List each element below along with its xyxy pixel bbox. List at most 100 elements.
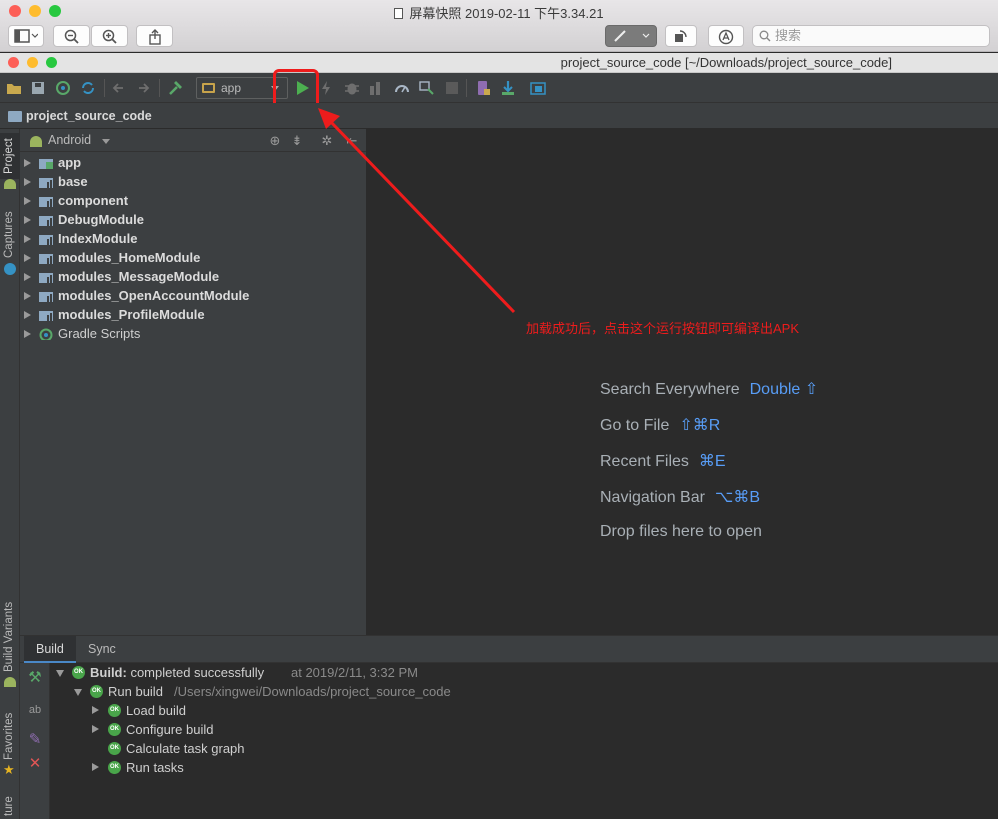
expand-arrow-icon[interactable] xyxy=(24,197,31,205)
view-mode-select[interactable]: Android xyxy=(48,129,91,152)
build-hammer-icon[interactable] xyxy=(167,80,183,96)
tree-item-app[interactable]: app xyxy=(20,153,367,172)
breadcrumb[interactable]: project_source_code xyxy=(8,108,162,125)
expand-arrow-icon[interactable] xyxy=(24,235,31,243)
collapse-arrow-icon[interactable] xyxy=(74,689,82,696)
editor-area[interactable]: Search Everywhere Double ⇧ Go to File ⇧⌘R … xyxy=(368,129,998,635)
tab-build[interactable]: Build xyxy=(24,636,76,663)
expand-arrow-icon[interactable] xyxy=(24,216,31,224)
tab-favorites-label: Favorites xyxy=(3,712,15,760)
tree-item-messagemodule[interactable]: modules_MessageModule xyxy=(20,267,367,286)
apply-changes-icon[interactable] xyxy=(318,80,334,96)
expand-arrow-icon[interactable] xyxy=(24,330,31,338)
collapse-all-icon[interactable]: ⇟ xyxy=(290,134,304,148)
ide-close-button[interactable] xyxy=(8,57,19,68)
folder-icon xyxy=(8,111,22,122)
captures-icon xyxy=(4,263,16,275)
expand-arrow-icon[interactable] xyxy=(24,178,31,186)
hide-panel-icon[interactable]: ⇤ xyxy=(345,134,359,148)
tab-project-label: Project xyxy=(3,138,15,174)
expand-arrow-icon[interactable] xyxy=(24,159,31,167)
project-structure-icon[interactable] xyxy=(530,80,546,96)
step-label: Calculate task graph xyxy=(126,741,245,756)
back-icon[interactable] xyxy=(111,80,127,96)
success-icon: OK xyxy=(90,685,103,698)
module-icon xyxy=(39,216,53,226)
zoom-in-button[interactable] xyxy=(91,25,128,47)
debug-icon[interactable] xyxy=(344,80,360,96)
android-view-icon xyxy=(30,136,42,147)
build-root-row[interactable]: OK Build: completed successfully at 2019… xyxy=(50,663,998,682)
document-icon xyxy=(394,8,404,19)
success-icon: OK xyxy=(108,723,121,736)
tab-project[interactable]: Project xyxy=(0,133,20,179)
expand-arrow-icon[interactable] xyxy=(24,273,31,281)
ide-window-title: project_source_code [~/Downloads/project… xyxy=(560,55,892,70)
hint-go-to-file: Go to File ⇧⌘R xyxy=(600,415,720,435)
sdk-manager-icon[interactable] xyxy=(500,80,516,96)
refresh-icon[interactable] xyxy=(80,80,96,96)
expand-arrow-icon[interactable] xyxy=(24,311,31,319)
expand-arrow-icon[interactable] xyxy=(92,763,99,771)
profile-icon[interactable] xyxy=(394,80,410,96)
search-placeholder: 搜索 xyxy=(775,28,802,43)
tab-structure[interactable]: ture xyxy=(0,793,20,819)
ide-minimize-button[interactable] xyxy=(27,57,38,68)
sync-icon[interactable] xyxy=(55,80,71,96)
tree-item-label: base xyxy=(58,174,88,189)
preview-toolbar: 屏幕快照 2019-02-11 下午3.34.21 搜索 xyxy=(0,0,998,52)
forward-icon[interactable] xyxy=(135,80,151,96)
tree-item-base[interactable]: base xyxy=(20,172,367,191)
tab-captures[interactable]: Captures xyxy=(0,205,20,265)
hint-navigation-bar: Navigation Bar ⌥⌘B xyxy=(600,487,760,507)
step-label: Load build xyxy=(126,703,186,718)
tab-build-variants[interactable]: Build Variants xyxy=(0,597,20,677)
build-variants-icon xyxy=(4,677,16,687)
rotate-button[interactable] xyxy=(665,25,697,47)
annotate-button[interactable] xyxy=(708,25,744,47)
tree-item-gradle-scripts[interactable]: Gradle Scripts xyxy=(20,324,367,343)
run-build-row[interactable]: OK Run build /Users/xingwei/Downloads/pr… xyxy=(50,682,998,701)
gear-icon[interactable]: ✲ xyxy=(320,134,334,148)
tab-favorites[interactable]: Favorites xyxy=(0,709,20,763)
pin-icon[interactable]: ✎ xyxy=(26,731,44,749)
tree-item-label: IndexModule xyxy=(58,231,138,246)
stop-icon[interactable] xyxy=(444,80,460,96)
avd-manager-icon[interactable] xyxy=(475,80,491,96)
open-folder-icon[interactable] xyxy=(6,80,22,96)
tree-item-component[interactable]: component xyxy=(20,191,367,210)
tree-item-debugmodule[interactable]: DebugModule xyxy=(20,210,367,229)
expand-arrow-icon[interactable] xyxy=(92,706,99,714)
expand-arrow-icon[interactable] xyxy=(92,725,99,733)
collapse-arrow-icon[interactable] xyxy=(56,670,64,677)
markup-button[interactable] xyxy=(605,25,657,47)
tab-build-variants-label: Build Variants xyxy=(3,601,15,673)
save-icon[interactable] xyxy=(30,80,46,96)
sidebar-toggle-button[interactable] xyxy=(8,25,44,47)
build-hammer-icon[interactable]: ⚒ xyxy=(26,669,44,687)
tree-item-openaccountmodule[interactable]: modules_OpenAccountModule xyxy=(20,286,367,305)
step-configure-build[interactable]: OK Configure build xyxy=(50,720,998,739)
locate-icon[interactable]: ⊕ xyxy=(268,134,282,148)
search-field[interactable]: 搜索 xyxy=(752,25,990,47)
zoom-out-button[interactable] xyxy=(53,25,90,47)
tab-sync[interactable]: Sync xyxy=(76,636,128,663)
share-button[interactable] xyxy=(136,25,173,47)
attach-debugger-icon[interactable] xyxy=(419,80,435,96)
expand-arrow-icon[interactable] xyxy=(24,254,31,262)
step-run-tasks[interactable]: OK Run tasks xyxy=(50,758,998,777)
tree-item-homemodule[interactable]: modules_HomeModule xyxy=(20,248,367,267)
chevron-down-icon[interactable] xyxy=(102,139,110,144)
run-with-coverage-icon[interactable] xyxy=(368,80,384,96)
close-icon[interactable]: ✕ xyxy=(26,755,44,773)
toggle-view-icon[interactable]: ab xyxy=(26,701,44,719)
tree-item-label: modules_MessageModule xyxy=(58,269,220,284)
ide-zoom-button[interactable] xyxy=(46,57,57,68)
expand-arrow-icon[interactable] xyxy=(24,292,31,300)
tree-item-profilemodule[interactable]: modules_ProfileModule xyxy=(20,305,367,324)
step-calculate-task-graph[interactable]: OK Calculate task graph xyxy=(50,739,998,758)
run-build-label: Run build xyxy=(108,684,163,699)
tree-item-indexmodule[interactable]: IndexModule xyxy=(20,229,367,248)
app-config-icon xyxy=(202,83,215,93)
step-load-build[interactable]: OK Load build xyxy=(50,701,998,720)
